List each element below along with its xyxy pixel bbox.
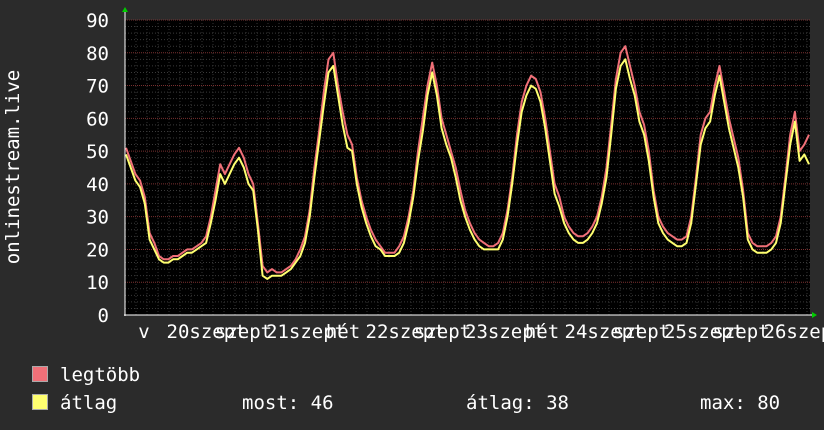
x-tick-label: szept xyxy=(414,321,471,343)
y-axis-label: onlinestream.live xyxy=(2,70,24,264)
x-tick-label: 24 xyxy=(565,321,588,343)
legend-label-avg: átlag xyxy=(60,392,118,414)
x-axis-arrow-icon xyxy=(812,312,817,318)
stat-now-value: 46 xyxy=(310,392,334,414)
y-tick-label: 60 xyxy=(86,108,109,130)
stat-average-value: 38 xyxy=(546,392,569,414)
y-tick-label: 0 xyxy=(98,305,109,327)
stat-max: max: 80 xyxy=(700,392,780,414)
y-tick-label: 30 xyxy=(86,207,109,229)
stat-average-label: átlag: xyxy=(466,392,535,414)
y-tick-label: 20 xyxy=(86,239,109,261)
y-tick-label: 10 xyxy=(86,272,109,294)
y-axis-ticks: 0 10 20 30 40 50 60 70 80 90 xyxy=(86,10,109,327)
legend-item-avg: átlag xyxy=(32,392,117,414)
legend-item-max: legtöbb xyxy=(32,364,140,386)
x-tick-label: 26 xyxy=(764,321,787,343)
y-tick-label: 80 xyxy=(86,43,109,65)
x-tick-label: szept xyxy=(613,321,670,343)
x-tick-label: szept xyxy=(786,321,824,343)
y-tick-label: 90 xyxy=(86,10,109,32)
x-tick-label: 22 xyxy=(366,321,389,343)
x-axis-ticks: v 20 szeptszept21 szepthét 22 szeptszept23 sze… xyxy=(138,321,824,343)
x-tick-label: v xyxy=(138,321,149,343)
x-tick-label: szept xyxy=(215,321,272,343)
stat-max-label: max: xyxy=(700,392,746,414)
legend-swatch-avg xyxy=(32,394,48,410)
y-tick-label: 70 xyxy=(86,76,109,98)
legend-label-max: legtöbb xyxy=(60,364,141,386)
y-tick-label: 40 xyxy=(86,174,109,196)
x-tick-label: 20 xyxy=(167,321,190,343)
y-axis-arrow-icon xyxy=(122,7,128,12)
x-tick-label: 25 xyxy=(664,321,687,343)
y-tick-label: 50 xyxy=(86,141,109,163)
x-tick-label: hét xyxy=(525,321,559,343)
stat-average: átlag: 38 xyxy=(466,392,569,414)
x-tick-label: szept xyxy=(712,321,769,343)
x-tick-label: hét xyxy=(326,321,360,343)
stat-now-label: most: xyxy=(242,392,300,414)
legend-swatch-max xyxy=(32,366,48,382)
stat-now: most: 46 xyxy=(242,392,334,414)
x-tick-label: 23 xyxy=(465,321,488,343)
x-tick-label: 21 xyxy=(266,321,289,343)
stat-max-value: 80 xyxy=(757,392,781,414)
